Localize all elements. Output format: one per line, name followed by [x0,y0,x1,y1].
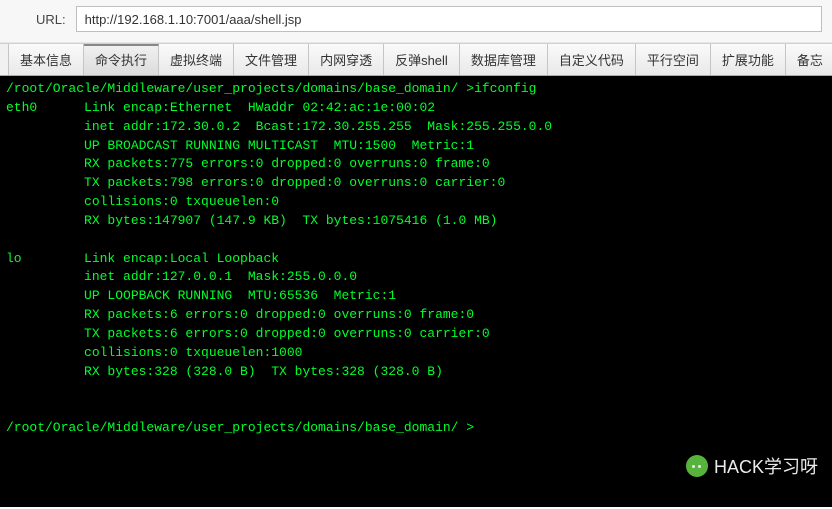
tab-revshell[interactable]: 反弹shell [384,44,460,75]
url-input[interactable] [76,6,822,32]
tab-notes[interactable]: 备忘 [786,44,832,75]
tab-intranet[interactable]: 内网穿透 [309,44,384,75]
url-bar: URL: [0,0,832,43]
tab-bar: 基本信息命令执行虚拟终端文件管理内网穿透反弹shell数据库管理自定义代码平行空… [0,43,832,76]
tab-parallel[interactable]: 平行空间 [636,44,711,75]
tab-custom[interactable]: 自定义代码 [548,44,636,75]
tab-vterm[interactable]: 虚拟终端 [159,44,234,75]
tab-db[interactable]: 数据库管理 [460,44,548,75]
terminal-output[interactable]: /root/Oracle/Middleware/user_projects/do… [0,76,832,507]
tab-files[interactable]: 文件管理 [234,44,309,75]
tab-cmd[interactable]: 命令执行 [84,44,159,75]
tab-ext[interactable]: 扩展功能 [711,44,786,75]
url-label: URL: [36,12,66,27]
tab-basic[interactable]: 基本信息 [8,44,84,75]
